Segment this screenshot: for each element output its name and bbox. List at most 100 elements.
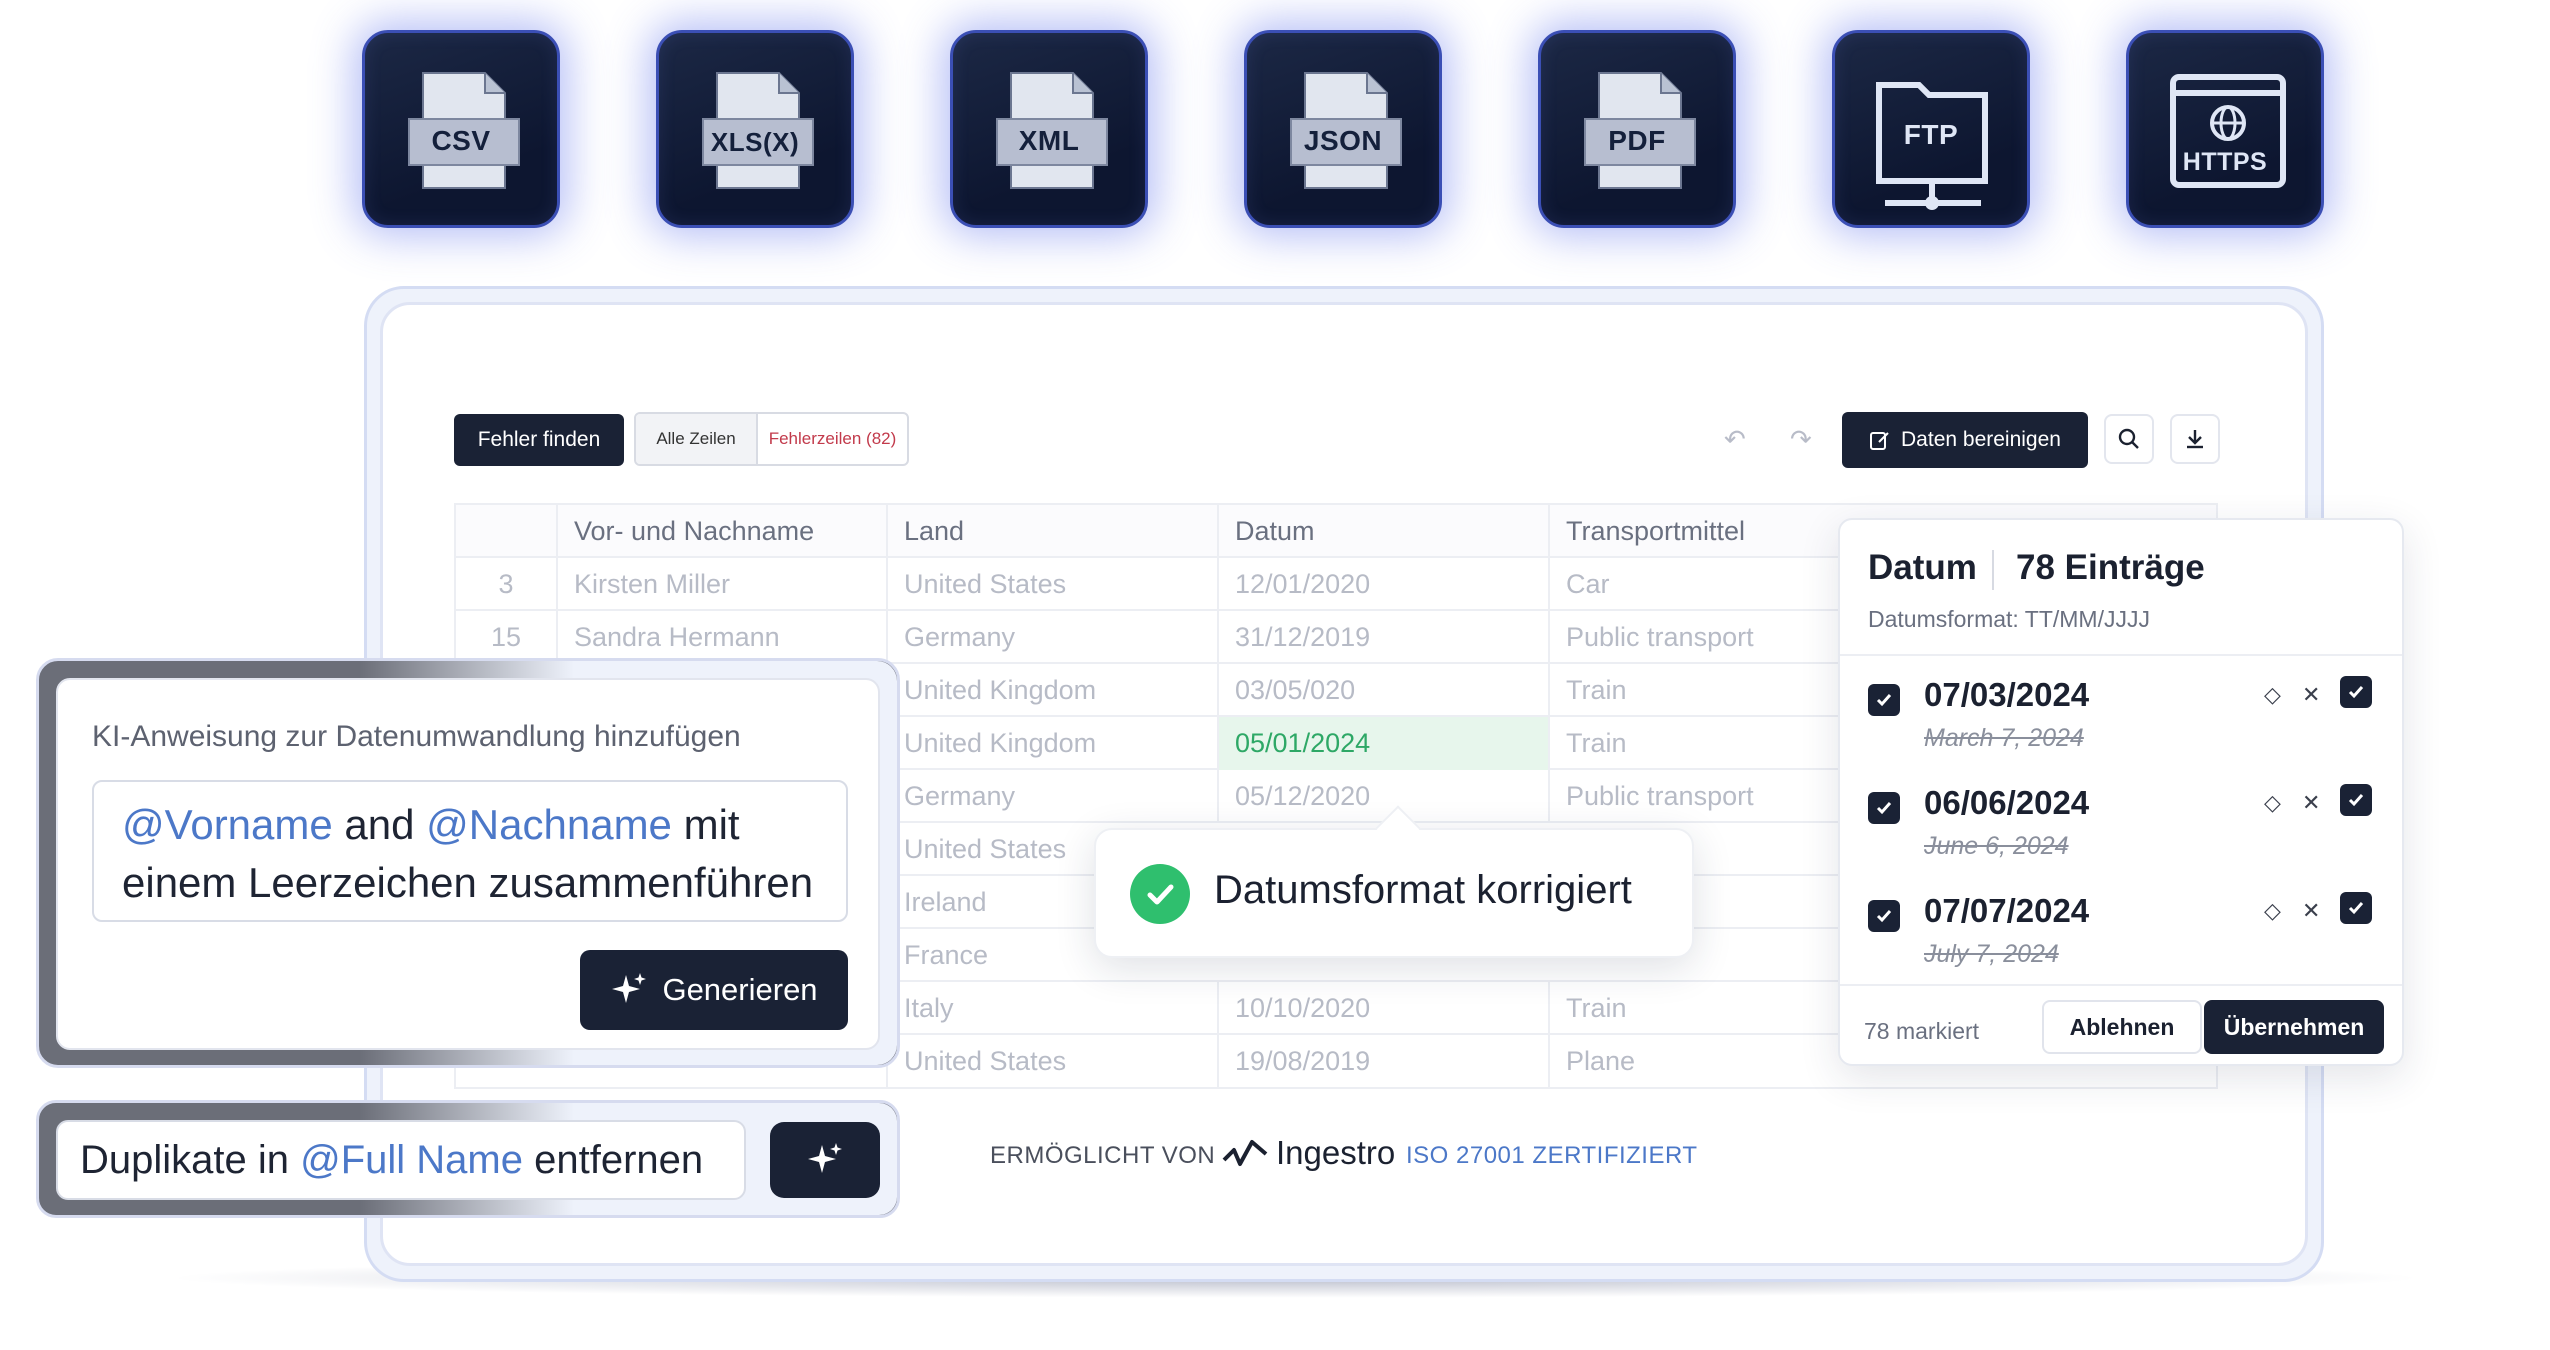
clean-data-button[interactable]: Daten bereinigen — [1842, 412, 2088, 468]
tile-label: PDF — [1608, 125, 1666, 156]
transport-cell[interactable]: Public transport — [1548, 770, 1878, 823]
error-rows-tab[interactable]: Fehlerzeilen (82) — [758, 414, 907, 464]
reject-x-icon[interactable]: ✕ — [2302, 898, 2320, 924]
date-format-label: Datumsformat: TT/MM/JJJJ — [1868, 606, 2150, 632]
tile-label: XLS(X) — [710, 127, 800, 157]
date-column-panel: Datum 78 Einträge Datumsformat: TT/MM/JJ… — [1838, 518, 2404, 1066]
country-cell[interactable]: United States — [886, 1035, 1217, 1087]
correction-item: 06/06/2024 June 6, 2024 ◇ ✕ — [1840, 778, 2406, 886]
transport-cell[interactable]: Car — [1548, 558, 1878, 611]
name-cell[interactable]: Kirsten Miller — [556, 558, 886, 611]
check-circle-icon — [1130, 864, 1190, 924]
transport-cell[interactable]: Plane — [1548, 1035, 1878, 1087]
powered-by-label: ERMÖGLICHT VON — [990, 1142, 1216, 1169]
name-cell[interactable]: Sandra Hermann — [556, 611, 886, 664]
country-cell[interactable]: United States — [886, 558, 1217, 611]
accept-checkbox[interactable] — [2340, 892, 2372, 924]
csv-tile[interactable]: CSV — [362, 30, 560, 228]
generate-label: Generieren — [662, 972, 818, 1007]
tile-label: JSON — [1303, 125, 1383, 156]
row-number: 15 — [490, 622, 522, 652]
https-tile[interactable]: HTTPS — [2126, 30, 2324, 228]
country-cell[interactable]: United Kingdom — [886, 664, 1217, 717]
date-cell[interactable]: 05/12/2020 — [1217, 770, 1548, 823]
transport-cell[interactable]: Train — [1548, 664, 1878, 717]
column-header[interactable]: Datum — [1217, 505, 1548, 558]
clean-data-label: Daten bereinigen — [1901, 428, 2061, 451]
column-header[interactable]: Transportmittel — [1548, 505, 1878, 558]
country-cell[interactable]: Italy — [886, 982, 1217, 1035]
date-cell[interactable]: 03/05/020 — [1217, 664, 1548, 717]
ai-panel-title: KI-Anweisung zur Datenumwandlung hinzufü… — [92, 720, 741, 753]
transport-cell[interactable]: Train — [1548, 717, 1878, 770]
toast-message: Datumsformat korrigiert — [1214, 868, 1632, 912]
column-name: Datum — [1868, 548, 1977, 587]
corrected-date-cell[interactable]: 05/01/2024 — [1217, 717, 1548, 770]
ingestro-logo-icon — [1222, 1140, 1268, 1166]
diamond-icon[interactable]: ◇ — [2264, 682, 2281, 708]
dedupe-generate-button[interactable] — [770, 1122, 880, 1198]
reject-button[interactable]: Ablehnen — [2042, 1000, 2202, 1054]
select-checkbox[interactable] — [1868, 900, 1900, 932]
generate-button[interactable]: Generieren — [580, 950, 848, 1030]
new-value: 06/06/2024 — [1924, 784, 2090, 821]
divider — [1840, 654, 2402, 656]
date-cell[interactable]: 19/08/2019 — [1217, 1035, 1548, 1087]
xls-tile[interactable]: XLS(X) — [656, 30, 854, 228]
column-mention: @Vorname — [122, 801, 333, 848]
old-value: March 7, 2024 — [1924, 724, 2084, 752]
select-checkbox[interactable] — [1868, 792, 1900, 824]
instruction-text: and — [332, 801, 427, 848]
json-tile[interactable]: JSON — [1244, 30, 1442, 228]
iso-certification-label: ISO 27001 ZERTIFIZIERT — [1406, 1142, 1698, 1169]
search-button[interactable] — [2104, 414, 2154, 464]
date-cell[interactable]: 10/10/2020 — [1217, 982, 1548, 1035]
tile-label: FTP — [1903, 119, 1959, 150]
apply-button[interactable]: Übernehmen — [2204, 1000, 2384, 1054]
correction-item: 07/03/2024 March 7, 2024 ◇ ✕ — [1840, 670, 2406, 778]
marked-count: 78 markiert — [1864, 1018, 1980, 1044]
dedupe-instruction-input[interactable]: Duplikate in @Full Name entfernen — [56, 1120, 746, 1200]
country-cell[interactable]: Germany — [886, 770, 1217, 823]
correction-item: 07/07/2024 July 7, 2024 ◇ ✕ — [1840, 886, 2406, 994]
ai-instruction-panel: KI-Anweisung zur Datenumwandlung hinzufü… — [56, 678, 880, 1050]
download-button[interactable] — [2170, 414, 2220, 464]
reject-x-icon[interactable]: ✕ — [2302, 682, 2320, 708]
diamond-icon[interactable]: ◇ — [2264, 898, 2281, 924]
tile-label: CSV — [431, 125, 491, 156]
ftp-tile[interactable]: FTP — [1832, 30, 2030, 228]
reject-x-icon[interactable]: ✕ — [2302, 790, 2320, 816]
diamond-icon[interactable]: ◇ — [2264, 790, 2281, 816]
undo-icon[interactable]: ↶ — [1724, 424, 1746, 455]
search-icon — [2118, 428, 2139, 449]
https-globe-icon — [2170, 74, 2286, 188]
xml-tile[interactable]: XML — [950, 30, 1148, 228]
column-mention: @Nachname — [426, 801, 672, 848]
country-cell[interactable]: United Kingdom — [886, 717, 1217, 770]
new-value: 07/03/2024 — [1924, 676, 2090, 713]
column-header[interactable]: Land — [886, 505, 1217, 558]
transport-cell[interactable]: Public transport — [1548, 611, 1878, 664]
transport-cell[interactable]: Train — [1548, 982, 1878, 1035]
divider — [1840, 984, 2402, 986]
pdf-tile[interactable]: PDF — [1538, 30, 1736, 228]
all-rows-tab[interactable]: Alle Zeilen — [636, 414, 758, 464]
date-cell[interactable]: 31/12/2019 — [1217, 611, 1548, 664]
redo-icon[interactable]: ↷ — [1790, 424, 1812, 455]
select-checkbox[interactable] — [1868, 684, 1900, 716]
brand-name: Ingestro — [1276, 1134, 1396, 1171]
country-cell[interactable]: Germany — [886, 611, 1217, 664]
old-value: July 7, 2024 — [1924, 940, 2059, 968]
download-icon — [2187, 430, 2203, 449]
row-number: 3 — [498, 569, 514, 599]
row-filter-toggle: Alle Zeilen Fehlerzeilen (82) — [634, 412, 909, 466]
column-header[interactable]: Vor- und Nachname — [556, 505, 886, 558]
instruction-text: Duplikate in — [80, 1137, 301, 1182]
ai-instruction-input[interactable]: @Vorname and @Nachname mit einem Leerzei… — [92, 780, 848, 922]
instruction-text: entfernen — [523, 1137, 704, 1182]
date-cell[interactable]: 12/01/2020 — [1217, 558, 1548, 611]
find-errors-button[interactable]: Fehler finden — [454, 414, 624, 466]
accept-checkbox[interactable] — [2340, 784, 2372, 816]
sparkle-icon — [612, 973, 647, 1003]
accept-checkbox[interactable] — [2340, 676, 2372, 708]
